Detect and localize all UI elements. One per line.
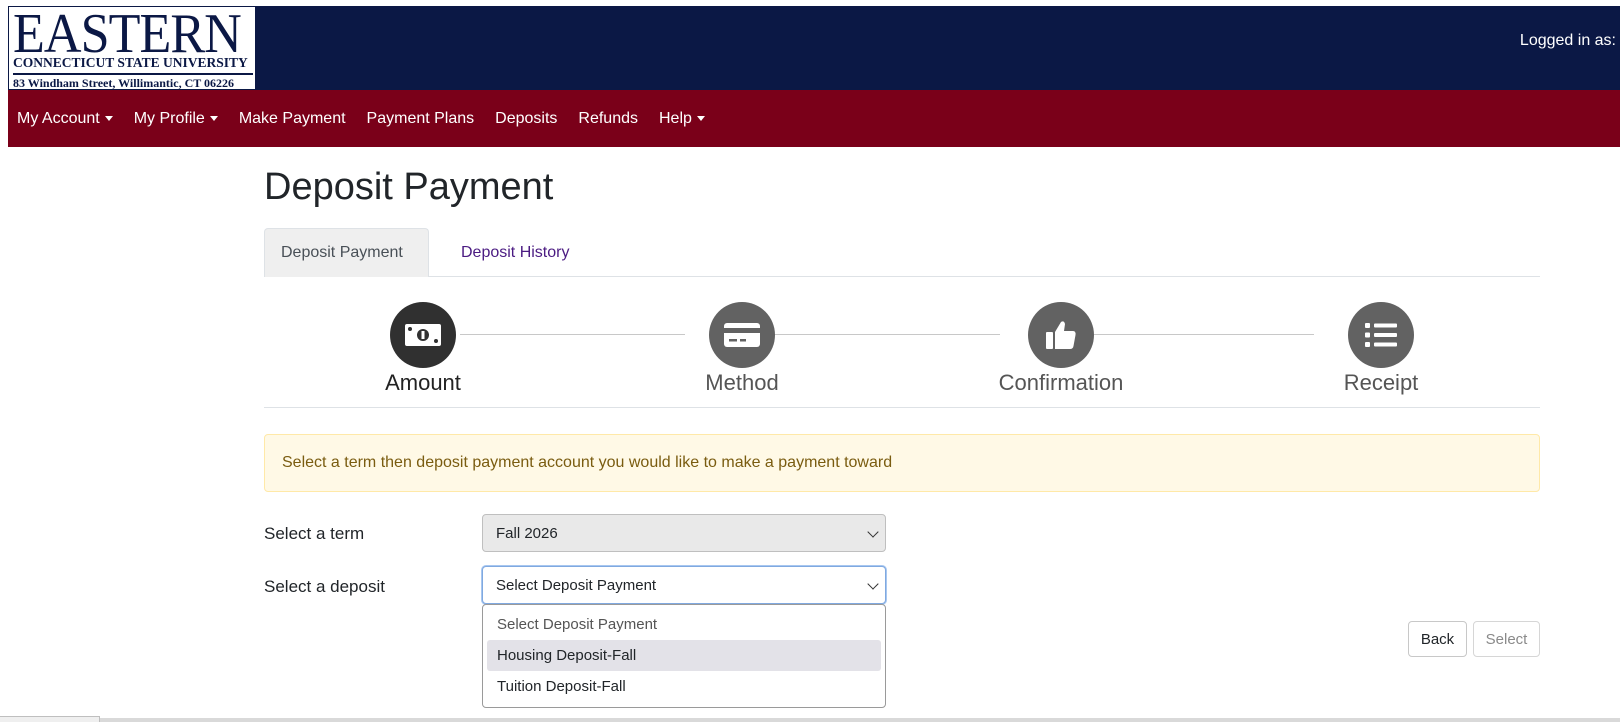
deposit-label: Select a deposit [264,577,385,596]
tab-deposit-history[interactable]: Deposit History [445,228,585,277]
step-label: Method [705,370,779,395]
nav-payment-plans[interactable]: Payment Plans [367,110,475,128]
step-method: Method [662,302,822,396]
nav-label: Payment Plans [366,109,475,127]
list-icon [1365,323,1397,347]
logo-subtitle: CONNECTICUT STATE UNIVERSITY [13,55,248,70]
nav-help[interactable]: Help [659,110,705,128]
step-label: Amount [385,370,461,395]
step-circle [709,302,775,368]
step-confirmation: Confirmation [981,302,1141,396]
step-circle [390,302,456,368]
term-select-value: Fall 2026 [496,524,558,542]
tab-bar: Deposit Payment Deposit History [264,228,1540,277]
site-header: EASTERN CONNECTICUT STATE UNIVERSITY 83 … [8,5,1620,90]
deposit-dropdown-list: Select Deposit Payment Housing Deposit-F… [482,604,886,708]
nav-my-profile[interactable]: My Profile [134,110,218,128]
deposit-select[interactable]: Select Deposit Payment [482,566,886,604]
term-label: Select a term [264,524,365,543]
step-label: Confirmation [998,370,1124,395]
caret-down-icon [104,116,113,121]
credit-card-icon [724,323,760,347]
chevron-down-icon [867,578,879,590]
step-amount: Amount [343,302,503,396]
tab-deposit-payment[interactable]: Deposit Payment [264,228,429,277]
logged-in-label: Logged in as: [1519,32,1616,49]
chevron-down-icon [867,526,879,538]
back-button[interactable]: Back [1408,621,1467,657]
step-circle [1028,302,1094,368]
nav-label: Make Payment [238,109,346,127]
logo-address: 83 Windham Street, Willimantic, CT 06226 [13,76,235,90]
page-title: Deposit Payment [264,166,554,208]
dropdown-option[interactable]: Housing Deposit-Fall [487,640,881,671]
step-label: Receipt [1343,370,1419,395]
select-button[interactable]: Select [1473,621,1540,657]
dropdown-option[interactable]: Select Deposit Payment [487,609,881,640]
bottom-tab[interactable] [0,716,100,722]
caret-down-icon [209,116,218,121]
term-select[interactable]: Fall 2026 [482,514,886,552]
main-navbar: My Account My Profile Make Payment Payme… [8,90,1620,147]
university-logo[interactable]: EASTERN CONNECTICUT STATE UNIVERSITY 83 … [8,5,256,90]
payment-stepper: Amount Method Confirmation Receipt [264,302,1540,408]
step-circle [1348,302,1414,368]
deposit-select-value: Select Deposit Payment [496,576,657,594]
caret-down-icon [696,116,705,121]
window-bottom-edge [0,718,1620,722]
nav-deposits[interactable]: Deposits [495,110,557,128]
step-receipt: Receipt [1301,302,1461,396]
logo-divider [13,73,253,75]
nav-refunds[interactable]: Refunds [578,110,638,128]
thumbs-up-icon [1046,321,1076,349]
alert-text: Select a term then deposit payment accou… [282,454,893,471]
nav-label: Refunds [578,109,638,127]
nav-label: Deposits [495,109,558,127]
nav-label: Help [659,109,692,127]
money-bill-icon [405,324,441,346]
nav-make-payment[interactable]: Make Payment [239,110,346,128]
nav-my-account[interactable]: My Account [17,110,113,128]
nav-label: My Profile [133,109,205,127]
dropdown-option[interactable]: Tuition Deposit-Fall [487,671,881,702]
nav-label: My Account [17,109,100,127]
instruction-alert: Select a term then deposit payment accou… [264,434,1540,492]
